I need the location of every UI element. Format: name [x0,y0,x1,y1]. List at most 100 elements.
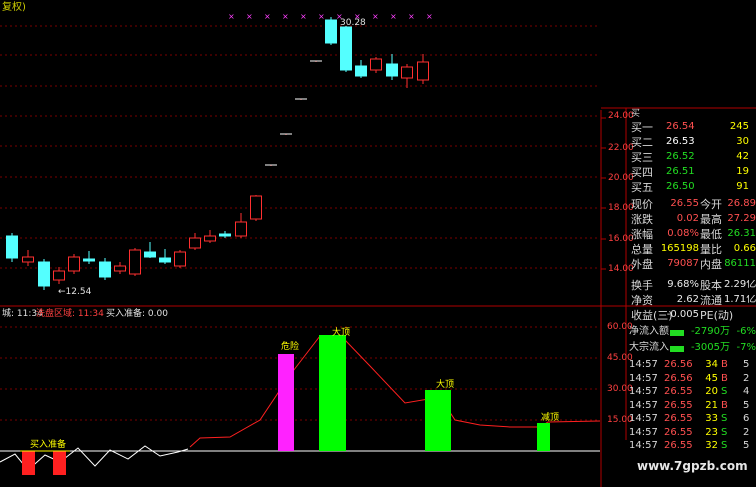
candle-body [159,257,171,263]
order-book-volume: 19 [736,166,749,177]
tick-volume: 23 [705,426,718,438]
top-label-2: 大顶 [436,380,455,390]
quote-value: 0.66 [733,244,756,254]
tick-side: S [721,413,728,424]
quote-value: 2.29亿 [724,280,756,290]
candle-body [99,261,111,278]
tick-side: S [721,386,728,397]
top-marker: × [372,12,379,21]
candle-body [22,256,34,263]
buy-bar-1 [22,451,35,475]
quote-label: 今开 [700,198,722,211]
quote-value: 26.89 [727,199,756,209]
quote-value: 27.29 [727,214,756,224]
tick-count: 2 [743,426,750,438]
tick-side: B [721,372,728,384]
window-title-fragment: 复权) [2,2,26,13]
tick-price: 26.56 [664,372,693,384]
candle-body [417,61,429,81]
flow-label: 大宗流入 [629,342,669,353]
quote-value: 26.31 [727,229,756,239]
order-book-volume: 42 [736,151,749,162]
tick-time: 14:57 [629,372,658,384]
quote-label: 涨跌 [631,213,653,226]
quote-label: 总量 [631,243,653,256]
tick-count: 5 [743,399,750,411]
candle-body [325,19,337,44]
order-book-price: 26.54 [666,121,695,132]
candle-body [144,251,156,258]
quote-label: 股本 [700,279,722,292]
order-book-partial-row: 买 [631,109,641,119]
quote-value: -0.005 [666,309,699,320]
risk-bar [278,354,294,451]
quote-label: 涨幅 [631,228,653,241]
order-book-price: 26.51 [666,166,695,177]
candle-body [6,235,18,259]
candle-body [401,66,413,79]
quote-label: 最高 [700,213,722,226]
top-marker: × [300,12,307,21]
quote-value: 1.71亿 [724,295,756,305]
order-book-label: 买五 [631,181,653,194]
quote-value: 165198 [660,243,699,254]
flow-label: 净流入额 [629,326,669,337]
candle-body [340,26,352,71]
quote-label: 外盘 [631,258,653,271]
buy-bar-2 [53,451,66,475]
watermark: www.7gpzb.com [637,459,748,473]
tick-price: 26.55 [664,399,693,411]
tick-count: 4 [743,386,750,397]
candle-body [219,233,231,237]
order-book-volume: 30 [736,136,749,147]
candle-body [174,251,186,267]
top-marker: × [246,12,253,21]
top-label-1: 大顶 [332,328,351,338]
flow-value: -2790万 [690,326,730,337]
top-marker: × [282,12,289,21]
tick-time: 14:57 [629,426,658,438]
order-book-label: 买一 [631,121,653,134]
tick-price: 26.55 [664,386,693,397]
order-book-price: 26.53 [666,136,695,147]
tick-count: 6 [743,413,750,424]
quote-label: 现价 [631,198,653,211]
candle-body [235,221,247,237]
quote-label: 净资 [631,294,653,307]
quote-value: 79087 [667,258,699,269]
top-marker: × [408,12,415,21]
reduce-bar [537,423,550,451]
price-tick: 16.00 [608,234,634,244]
quote-value: 2.62 [676,294,699,305]
tick-count: 5 [743,440,750,451]
top-marker: × [228,12,235,21]
candle-body [189,237,201,249]
tick-count: 2 [743,372,750,384]
tick-side: B [721,359,728,370]
candle-body [250,195,262,220]
tick-side: S [721,426,728,438]
tick-price: 26.55 [664,440,693,451]
quote-value: 0.08% [667,228,699,239]
tick-side: S [721,440,728,451]
quote-value: 0.02 [676,213,699,224]
tick-count: 5 [743,359,750,370]
candle-body [204,235,216,242]
tick-time: 14:57 [629,359,658,370]
candle-body [129,249,141,275]
tick-volume: 20 [705,386,718,397]
tick-time: 14:57 [629,386,658,397]
order-book-label: 买二 [631,136,653,149]
order-book-label: 买三 [631,151,653,164]
tick-volume: 45 [705,372,718,384]
top-marker: × [390,12,397,21]
top-bar-1 [319,335,346,451]
candle-body [68,256,80,272]
tick-volume: 34 [705,359,718,370]
quote-value: 26.55 [670,198,699,209]
quote-value: 9.68% [667,279,699,290]
price-tick: 22.00 [608,143,634,153]
price-tick: 18.00 [608,203,634,213]
tick-time: 14:57 [629,440,658,451]
indicator-status-wash: 洗盘区域: 11:34 [36,309,104,319]
